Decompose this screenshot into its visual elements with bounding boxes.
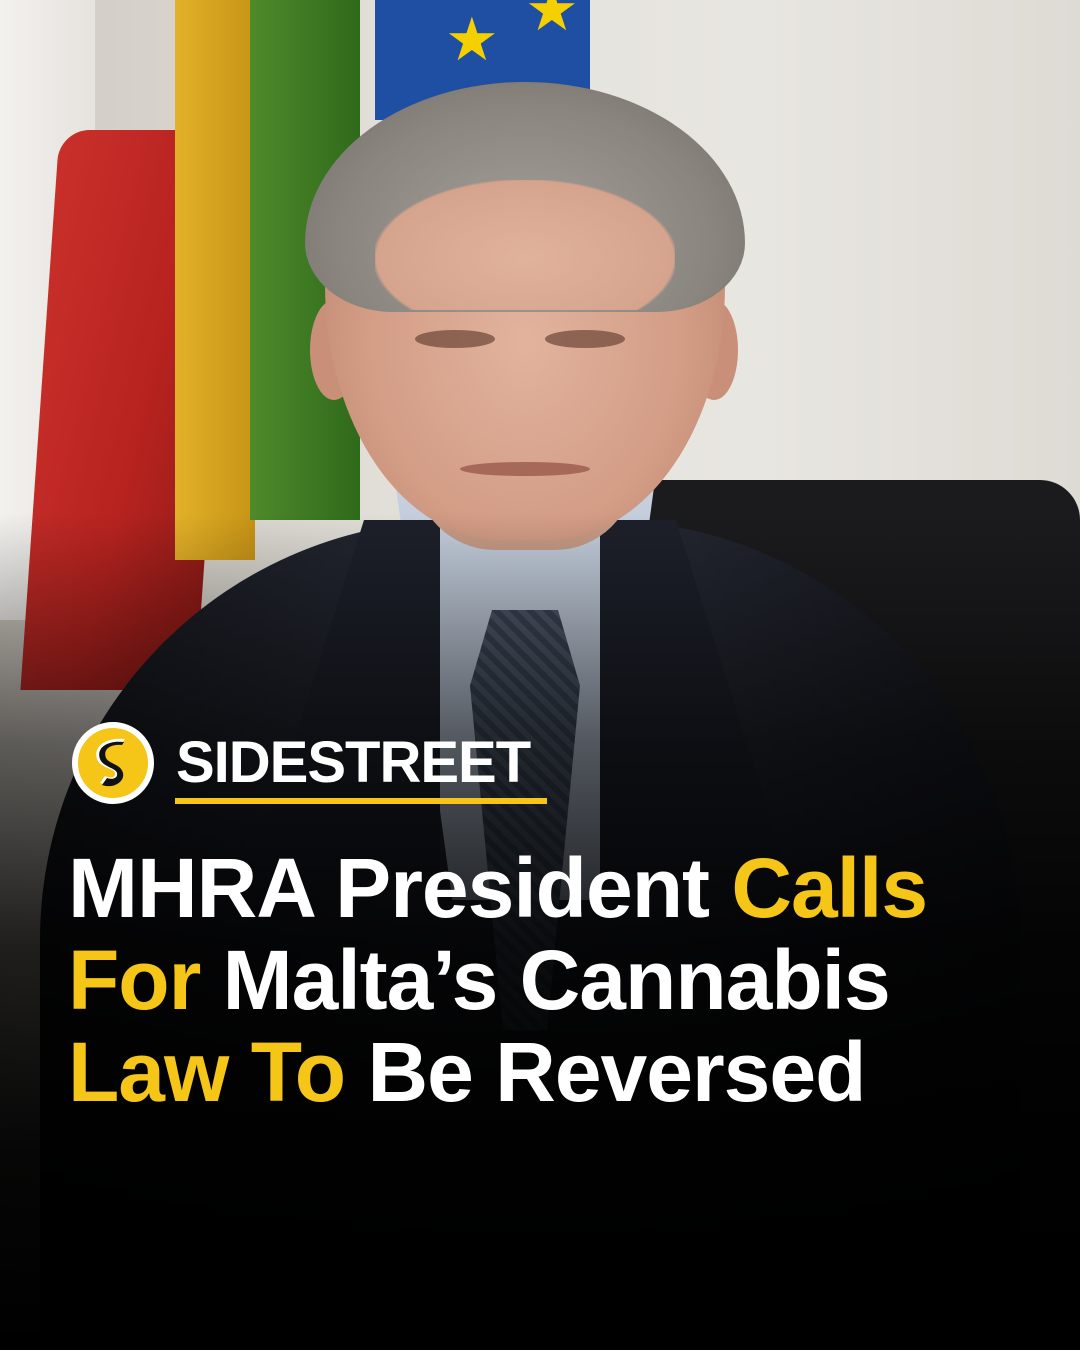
headline-line-2: For Malta’s Cannabis (68, 934, 1028, 1026)
brand: SIDESTREET (72, 722, 531, 804)
brand-name: SIDESTREET (176, 730, 531, 795)
headline-text: MHRA President (68, 841, 732, 935)
sidestreet-s-logo-icon (72, 722, 154, 804)
dark-gradient-overlay (0, 0, 1080, 1350)
headline-highlight: Calls (731, 841, 928, 935)
headline: MHRA President Calls For Malta’s Cannabi… (68, 842, 1028, 1118)
post-canvas: ★ ★ SIDESTREET MHRA President (0, 0, 1080, 1350)
headline-line-1: MHRA President Calls (68, 842, 1028, 934)
headline-line-3: Law To Be Reversed (68, 1026, 1028, 1118)
headline-highlight: Law To (68, 1025, 368, 1119)
brand-underline (175, 798, 547, 804)
headline-highlight: For (68, 933, 223, 1027)
headline-text: Be Reversed (367, 1025, 866, 1119)
headline-text: Malta’s Cannabis (222, 933, 891, 1027)
